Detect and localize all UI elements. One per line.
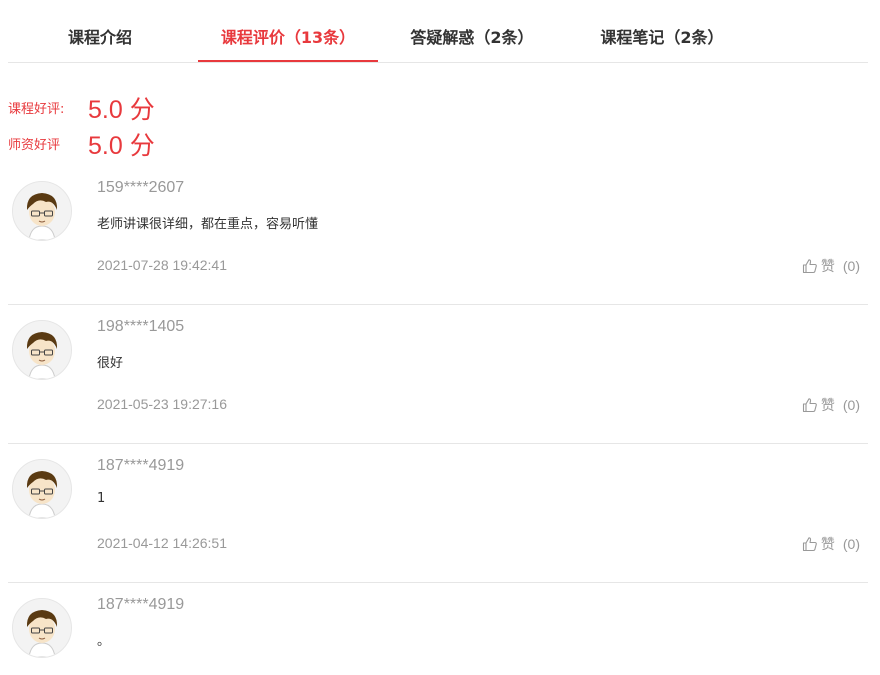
tab-qa[interactable]: 答疑解惑（2条） bbox=[384, 14, 560, 62]
like-label: 赞 bbox=[820, 537, 835, 553]
like-label: 赞 bbox=[820, 259, 835, 275]
review-username: 198****1405 bbox=[97, 318, 185, 335]
review-username: 159****2607 bbox=[97, 179, 185, 196]
course-rating-label: 课程好评: bbox=[8, 102, 65, 117]
review-content: 老师讲课很详细，都在重点，容易听懂 bbox=[97, 217, 319, 232]
review-time: 2021-04-12 14:26:51 bbox=[97, 535, 227, 551]
thumbs-up-icon bbox=[802, 537, 817, 552]
teacher-rating-label: 师资好评 bbox=[8, 138, 61, 153]
like-count: (0) bbox=[842, 536, 860, 552]
like-count: (0) bbox=[842, 397, 860, 413]
tab-course-reviews[interactable]: 课程评价（13条） bbox=[198, 14, 378, 62]
review-item: 159****2607 老师讲课很详细，都在重点，容易听懂 2021-07-28… bbox=[8, 165, 868, 305]
review-username: 187****4919 bbox=[97, 596, 185, 613]
review-item: 198****1405 很好 2021-05-23 19:27:16 赞 (0) bbox=[8, 304, 868, 444]
review-item: 187****4919 。 bbox=[8, 582, 868, 675]
like-count: (0) bbox=[842, 258, 860, 274]
review-content: 很好 bbox=[97, 356, 124, 371]
teacher-rating-value: 5.0 分 bbox=[88, 132, 155, 160]
like-label: 赞 bbox=[820, 398, 835, 414]
cartoon-boy-avatar-icon bbox=[12, 459, 72, 519]
like-button[interactable]: 赞 (0) bbox=[802, 534, 860, 554]
course-tabs: 课程介绍 课程评价（13条） 答疑解惑（2条） 课程笔记（2条） bbox=[8, 14, 868, 63]
thumbs-up-icon bbox=[802, 259, 817, 274]
course-rating-value: 5.0 分 bbox=[88, 96, 155, 124]
review-item: 187****4919 1 2021-04-12 14:26:51 赞 (0) bbox=[8, 443, 868, 583]
tab-course-intro[interactable]: 课程介绍 bbox=[38, 14, 162, 62]
cartoon-boy-avatar-icon bbox=[12, 598, 72, 658]
tab-course-notes[interactable]: 课程笔记（2条） bbox=[574, 14, 750, 62]
cartoon-boy-avatar-icon bbox=[12, 181, 72, 241]
thumbs-up-icon bbox=[802, 398, 817, 413]
review-content: 。 bbox=[97, 634, 111, 649]
review-username: 187****4919 bbox=[97, 457, 185, 474]
review-time: 2021-07-28 19:42:41 bbox=[97, 257, 227, 273]
review-time: 2021-05-23 19:27:16 bbox=[97, 396, 227, 412]
review-content: 1 bbox=[97, 491, 106, 506]
like-button[interactable]: 赞 (0) bbox=[802, 395, 860, 415]
cartoon-boy-avatar-icon bbox=[12, 320, 72, 380]
like-button[interactable]: 赞 (0) bbox=[802, 256, 860, 276]
